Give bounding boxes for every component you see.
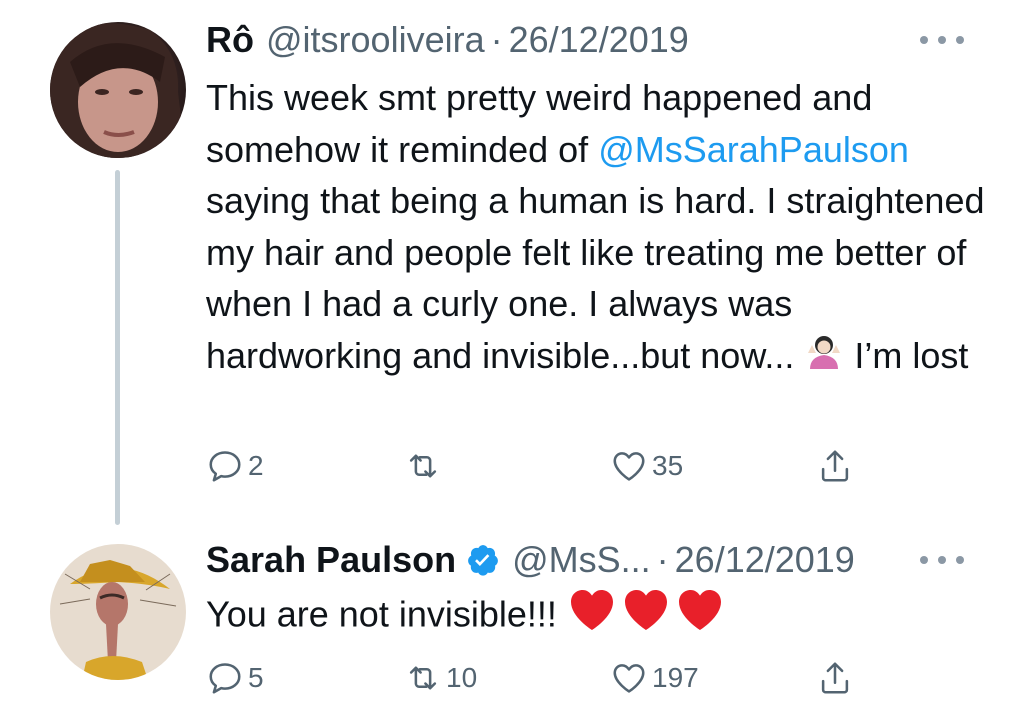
tweet-ro[interactable]: Rô @itsrooliveira · 26/12/2019 This week… bbox=[0, 0, 1024, 525]
tweet-text: This week smt pretty weird happened and … bbox=[206, 72, 986, 385]
share-button[interactable] bbox=[816, 658, 854, 698]
reply-button[interactable]: 2 bbox=[206, 446, 264, 486]
tweet-sarah-paulson[interactable]: Sarah Paulson @MsS... · 26/12/2019 You a… bbox=[0, 520, 1024, 714]
more-options-icon[interactable] bbox=[920, 30, 964, 50]
person-shrugging-icon bbox=[804, 331, 844, 385]
share-button[interactable] bbox=[816, 446, 854, 486]
share-icon bbox=[821, 662, 849, 694]
tweet-action-bar: 5 10 197 bbox=[206, 658, 856, 698]
heart-icon bbox=[613, 664, 645, 693]
tweet-text-part: You are not invisible!!! bbox=[206, 593, 557, 635]
tweet-action-bar: 2 35 bbox=[206, 446, 856, 486]
reply-icon bbox=[209, 451, 241, 482]
avatar-ro[interactable] bbox=[50, 22, 186, 158]
separator-dot: · bbox=[490, 19, 503, 60]
display-name[interactable]: Sarah Paulson bbox=[206, 540, 456, 580]
retweet-button[interactable] bbox=[404, 446, 446, 486]
display-name[interactable]: Rô bbox=[206, 20, 254, 60]
retweet-icon bbox=[409, 666, 437, 690]
retweet-icon bbox=[409, 454, 437, 478]
thread-connector-line bbox=[115, 170, 120, 525]
like-count: 35 bbox=[652, 450, 684, 481]
like-button[interactable]: 197 bbox=[610, 658, 699, 698]
retweet-button[interactable]: 10 bbox=[404, 658, 477, 698]
red-heart-icon bbox=[567, 586, 725, 648]
heart-icon bbox=[613, 452, 645, 481]
tweet-header: Rô @itsrooliveira · 26/12/2019 bbox=[206, 20, 689, 60]
tweet-date[interactable]: 26/12/2019 bbox=[675, 540, 855, 580]
tweet-date[interactable]: 26/12/2019 bbox=[509, 20, 689, 60]
mention-link[interactable]: @MsSarahPaulson bbox=[598, 129, 909, 170]
retweet-count: 10 bbox=[446, 662, 478, 693]
username-handle[interactable]: @MsS... bbox=[512, 540, 651, 580]
reply-button[interactable]: 5 bbox=[206, 658, 264, 698]
tweet-text-part: I’m lost bbox=[854, 334, 969, 376]
like-count: 197 bbox=[652, 662, 699, 693]
more-options-icon[interactable] bbox=[920, 550, 964, 570]
username-handle[interactable]: @itsrooliveira bbox=[266, 20, 485, 60]
tweet-text: You are not invisible!!! bbox=[206, 586, 986, 648]
reply-count: 5 bbox=[248, 662, 264, 693]
tweet-header: Sarah Paulson @MsS... · 26/12/2019 bbox=[206, 540, 855, 580]
like-button[interactable]: 35 bbox=[610, 446, 683, 486]
verified-badge-icon bbox=[466, 543, 500, 577]
separator-dot: · bbox=[656, 539, 669, 580]
avatar-sarah-paulson[interactable] bbox=[50, 544, 186, 680]
reply-count: 2 bbox=[248, 450, 264, 481]
reply-icon bbox=[209, 663, 241, 694]
share-icon bbox=[821, 450, 849, 482]
